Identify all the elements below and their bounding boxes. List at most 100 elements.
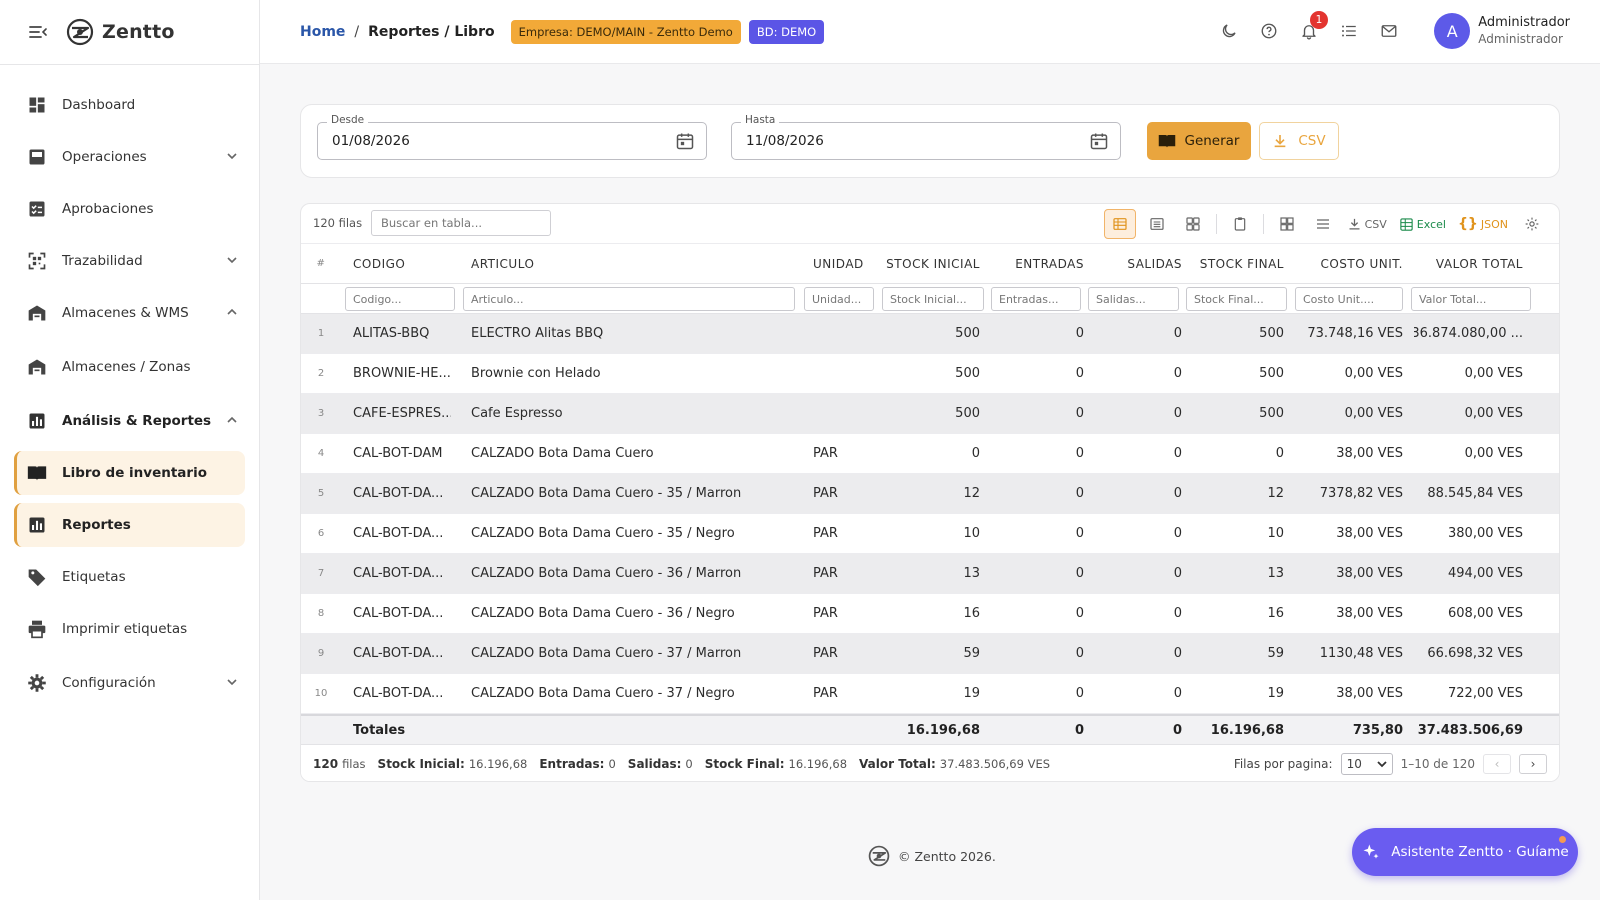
table-row[interactable]: 3 CAFE-ESPRES... Cafe Espresso 500 0 0 500 0,00… bbox=[301, 394, 1559, 434]
column-header-articulo[interactable]: ARTICULO bbox=[471, 244, 791, 283]
column-header-index[interactable]: # bbox=[301, 244, 341, 283]
cell-unidad bbox=[813, 394, 885, 433]
chevron-down-icon[interactable] bbox=[225, 253, 239, 267]
calendar-icon[interactable] bbox=[1089, 131, 1109, 151]
export-json-tool[interactable]: {} JSON bbox=[1455, 209, 1511, 239]
column-header-valor-total[interactable]: VALOR TOTAL bbox=[1414, 244, 1523, 283]
stock-final-filter-input[interactable] bbox=[1186, 287, 1287, 311]
table-view-icon[interactable] bbox=[1103, 209, 1136, 239]
table-filter-row bbox=[301, 284, 1559, 314]
column-header-stock-final[interactable]: STOCK FINAL bbox=[1191, 244, 1284, 283]
sidebar-item-imprimir-etiquetas[interactable]: Imprimir etiquetas bbox=[14, 607, 245, 651]
table-row[interactable]: 8 CAL-BOT-DA... CALZADO Bota Dama Cuero - … bbox=[301, 594, 1559, 634]
assistant-label: Asistente Zentto · Guíame bbox=[1391, 844, 1569, 860]
dark-mode-icon[interactable] bbox=[1218, 20, 1240, 42]
settings-gear-icon[interactable] bbox=[1517, 209, 1547, 239]
column-header-salidas[interactable]: SALIDAS bbox=[1091, 244, 1182, 283]
table-body: 1 ALITAS-BBQ ELECTRO Alitas BBQ 500 0 0 500 73.… bbox=[301, 314, 1559, 714]
salidas-filter-input[interactable] bbox=[1088, 287, 1179, 311]
rows-per-page-value: 10 bbox=[1346, 757, 1362, 771]
table-row[interactable]: 1 ALITAS-BBQ ELECTRO Alitas BBQ 500 0 0 500 73.… bbox=[301, 314, 1559, 354]
export-csv-button[interactable]: CSV bbox=[1259, 122, 1339, 160]
table-row[interactable]: 6 CAL-BOT-DA... CALZADO Bota Dama Cuero - … bbox=[301, 514, 1559, 554]
sidebar-item-dashboard[interactable]: Dashboard bbox=[14, 83, 245, 127]
sidebar-item-trazabilidad[interactable]: Trazabilidad bbox=[14, 239, 245, 283]
sidebar-item-reportes[interactable]: Reportes bbox=[14, 503, 245, 547]
sidebar-item-operaciones[interactable]: Operaciones bbox=[14, 135, 245, 179]
sidebar-item-almacenes-zonas[interactable]: Almacenes / Zonas bbox=[14, 345, 245, 389]
row-density-icon[interactable] bbox=[1308, 209, 1338, 239]
dashboard-icon bbox=[26, 94, 48, 116]
sidebar-item-label: Análisis & Reportes bbox=[62, 413, 212, 429]
table-row[interactable]: 5 CAL-BOT-DA... CALZADO Bota Dama Cuero - … bbox=[301, 474, 1559, 514]
bar-chart-icon bbox=[26, 410, 48, 432]
column-header-stock-inicial[interactable]: STOCK INICIAL bbox=[886, 244, 980, 283]
codigo-filter-input[interactable] bbox=[345, 287, 455, 311]
database-chip[interactable]: BD: DEMO bbox=[748, 19, 825, 44]
entradas-filter-input[interactable] bbox=[991, 287, 1081, 311]
assistant-button[interactable]: Asistente Zentto · Guíame bbox=[1352, 828, 1578, 876]
breadcrumb-separator: / bbox=[354, 23, 360, 40]
sidebar-item-analisis-reportes[interactable]: Análisis & Reportes bbox=[14, 399, 245, 443]
prev-page-button[interactable]: ‹ bbox=[1483, 754, 1511, 774]
table-row[interactable]: 4 CAL-BOT-DAM CALZADO Bota Dama Cuero PAR 0 0… bbox=[301, 434, 1559, 474]
list-view-icon[interactable] bbox=[1142, 209, 1172, 239]
sidebar-item-label: Etiquetas bbox=[62, 569, 126, 585]
chevron-down-icon[interactable] bbox=[225, 149, 239, 163]
sidebar-item-almacenes-wms[interactable]: Almacenes & WMS bbox=[14, 291, 245, 335]
generate-button[interactable]: Generar bbox=[1147, 122, 1251, 160]
help-icon[interactable] bbox=[1258, 20, 1280, 42]
chevron-down-icon bbox=[1376, 761, 1387, 768]
hasta-date-field[interactable]: Hasta 11/08/2026 bbox=[731, 114, 1121, 160]
sidebar-item-aprobaciones[interactable]: Aprobaciones bbox=[14, 187, 245, 231]
card-view-icon[interactable] bbox=[1178, 209, 1208, 239]
date-filter-card: Desde 01/08/2026 Hasta 11/08/2026 Genera… bbox=[300, 104, 1560, 178]
clipboard-icon[interactable] bbox=[1225, 209, 1255, 239]
table-row[interactable]: 10 CAL-BOT-DA... CALZADO Bota Dama Cuero -… bbox=[301, 674, 1559, 714]
sidebar-item-etiquetas[interactable]: Etiquetas bbox=[14, 555, 245, 599]
table-row[interactable]: 2 BROWNIE-HE... Brownie con Helado 500 0 0 500… bbox=[301, 354, 1559, 394]
costo-unit-filter-input[interactable] bbox=[1295, 287, 1403, 311]
calendar-icon[interactable] bbox=[675, 131, 695, 151]
sparkle-icon bbox=[1361, 842, 1381, 862]
summary-entradas: Entradas: 0 bbox=[539, 757, 615, 771]
export-csv-tool[interactable]: CSV bbox=[1344, 209, 1390, 239]
collapse-menu-icon[interactable] bbox=[28, 22, 48, 42]
notifications-bell-icon[interactable]: 1 bbox=[1298, 11, 1328, 42]
column-header-costo-unit[interactable]: COSTO UNIT. bbox=[1301, 244, 1403, 283]
summary-valor-total-value: 37.483.506,69 VES bbox=[939, 757, 1051, 771]
chevron-up-icon[interactable] bbox=[225, 305, 239, 319]
breadcrumb: Home / Reportes / Libro bbox=[300, 24, 495, 40]
next-page-button[interactable]: › bbox=[1519, 754, 1547, 774]
column-header-codigo[interactable]: CODIGO bbox=[353, 244, 451, 283]
summary-salidas-label: Salidas: bbox=[627, 757, 682, 771]
table-row[interactable]: 7 CAL-BOT-DA... CALZADO Bota Dama Cuero - … bbox=[301, 554, 1559, 594]
unidad-filter-input[interactable] bbox=[804, 287, 874, 311]
chevron-up-icon[interactable] bbox=[225, 413, 239, 427]
desde-date-field[interactable]: Desde 01/08/2026 bbox=[317, 114, 707, 160]
brand-name: Zentto bbox=[102, 21, 175, 43]
cell-valor-total: 36.874.080,00 ... bbox=[1414, 326, 1523, 341]
articulo-filter-input[interactable] bbox=[463, 287, 795, 311]
task-list-icon[interactable] bbox=[1338, 20, 1360, 42]
breadcrumb-home-link[interactable]: Home bbox=[300, 24, 345, 40]
hasta-label: Hasta bbox=[741, 114, 780, 126]
sidebar-item-libro-de-inventario[interactable]: Libro de inventario bbox=[14, 451, 245, 495]
valor-total-filter-input[interactable] bbox=[1411, 287, 1531, 311]
column-header-entradas[interactable]: ENTRADAS bbox=[991, 244, 1084, 283]
table-search-input[interactable] bbox=[371, 210, 551, 236]
sidebar-item-configuracion[interactable]: Configuración bbox=[14, 661, 245, 705]
rows-per-page-select[interactable]: 10 bbox=[1340, 753, 1393, 775]
stock-inicial-filter-input[interactable] bbox=[882, 287, 984, 311]
export-excel-tool[interactable]: Excel bbox=[1396, 209, 1449, 239]
grid-density-icon[interactable] bbox=[1272, 209, 1302, 239]
cell-unidad: PAR bbox=[813, 526, 838, 541]
user-menu[interactable]: A Administrador Administrador bbox=[1434, 13, 1570, 49]
table-row[interactable]: 9 CAL-BOT-DA... CALZADO Bota Dama Cuero - … bbox=[301, 634, 1559, 674]
empresa-chip[interactable]: Empresa: DEMO/MAIN - Zentto Demo bbox=[510, 19, 741, 44]
cell-salidas: 0 bbox=[1173, 606, 1182, 621]
cell-salidas: 0 bbox=[1173, 486, 1182, 501]
column-header-unidad[interactable]: UNIDAD bbox=[813, 244, 885, 283]
mail-icon[interactable] bbox=[1378, 20, 1400, 42]
chevron-down-icon[interactable] bbox=[225, 675, 239, 689]
